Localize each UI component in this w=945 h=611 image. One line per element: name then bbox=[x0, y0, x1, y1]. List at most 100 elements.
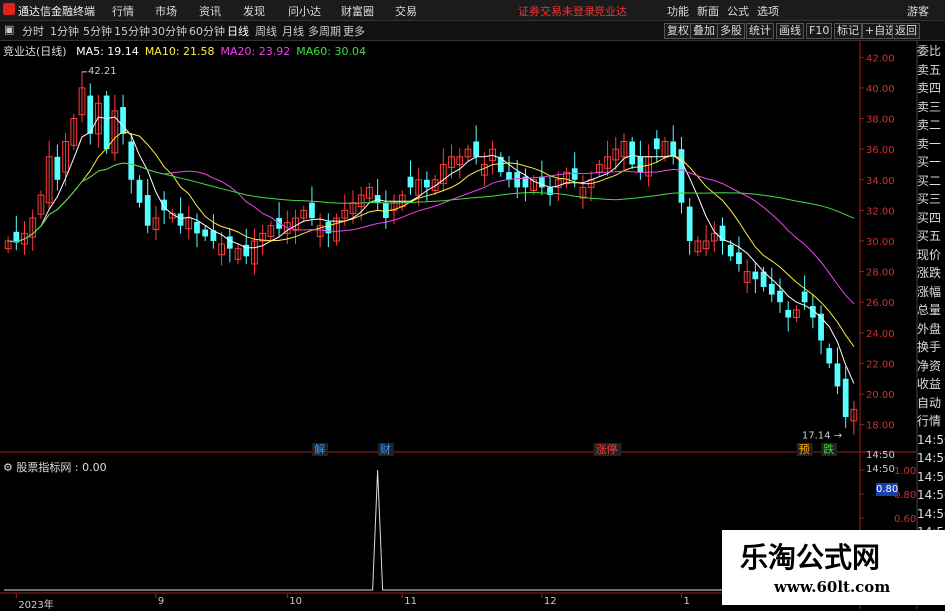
tool-button[interactable]: F10 bbox=[806, 23, 833, 39]
period-tab[interactable]: 更多 bbox=[343, 23, 365, 39]
candle-body bbox=[727, 244, 734, 257]
x-axis-label: 12 bbox=[543, 596, 557, 607]
candle-body bbox=[309, 202, 315, 219]
kline-chart[interactable]: 42.00 40.00 38.00 36.00 34.00 32.00 30.00 28.00… bbox=[0, 40, 945, 609]
candle-body bbox=[678, 149, 685, 203]
side-panel-item[interactable]: 委比 bbox=[917, 42, 945, 61]
menu-item[interactable]: 资讯 bbox=[199, 3, 221, 19]
period-tab[interactable]: 月线 bbox=[282, 23, 304, 39]
side-panel-item[interactable]: 涨跌 bbox=[917, 264, 945, 283]
side-panel-item[interactable]: 行情 bbox=[917, 412, 945, 431]
period-tab[interactable]: 5分钟 bbox=[83, 23, 112, 39]
side-panel-item[interactable]: 买三 bbox=[917, 190, 945, 209]
ma-value: MA10: 21.58 bbox=[144, 45, 215, 58]
candle-body bbox=[473, 141, 480, 157]
price-tick-label: 22.00 bbox=[866, 359, 895, 370]
side-panel-item[interactable]: 买五 bbox=[917, 227, 945, 246]
side-panel-item[interactable]: 净资 bbox=[917, 357, 945, 376]
side-panel-item[interactable]: 买二 bbox=[917, 172, 945, 191]
candle-body bbox=[768, 283, 775, 295]
right-menu-item[interactable]: 公式 bbox=[727, 3, 749, 19]
period-tab[interactable]: 30分钟 bbox=[151, 23, 187, 39]
candle-body bbox=[653, 138, 660, 150]
tool-button[interactable]: 标记 bbox=[834, 23, 862, 39]
candle-body bbox=[538, 176, 545, 188]
time-label: 14:50 bbox=[866, 464, 895, 475]
event-mark: 财 bbox=[380, 442, 391, 456]
period-tab[interactable]: 日线 bbox=[227, 23, 249, 39]
candle-body bbox=[120, 107, 126, 134]
side-panel-item[interactable]: 卖五 bbox=[917, 61, 945, 80]
side-panel-item[interactable]: 14:50 bbox=[917, 431, 945, 450]
side-panel-item[interactable]: 卖三 bbox=[917, 98, 945, 117]
menu-item[interactable]: 交易 bbox=[395, 3, 417, 19]
watermark-title: 乐淘公式网 bbox=[740, 541, 881, 574]
indicator-tick-label: 1.00 bbox=[894, 466, 916, 477]
ma60-line bbox=[8, 162, 855, 243]
side-panel-item[interactable]: 14:50 bbox=[917, 468, 945, 487]
candle-body bbox=[637, 156, 644, 173]
period-toolbar: ▣ 分时 1分钟 5分钟 15分钟 30分钟 60分钟 日线 周线 月线 多周期 更多 复权 叠加 多股统… bbox=[0, 21, 945, 41]
right-menu-item[interactable]: 游客 bbox=[907, 3, 929, 19]
stock-name-warning: 竞业达 bbox=[594, 5, 627, 18]
time-label: 14:50 bbox=[866, 450, 895, 461]
tool-button[interactable]: 多股 bbox=[717, 23, 745, 39]
side-panel-item[interactable]: 14:50 bbox=[917, 505, 945, 524]
right-menu-item[interactable]: 新面 bbox=[697, 3, 719, 19]
price-tick-label: 18.00 bbox=[866, 421, 895, 432]
price-tick-label: 24.00 bbox=[866, 329, 895, 340]
menu-item[interactable]: 行情 bbox=[112, 3, 134, 19]
side-panel-item[interactable]: 买四 bbox=[917, 209, 945, 228]
menu-item[interactable]: 市场 bbox=[155, 3, 177, 19]
side-panel-item[interactable]: 总量 bbox=[917, 301, 945, 320]
tool-button[interactable]: 画线 bbox=[776, 23, 804, 39]
event-mark: 解 bbox=[314, 442, 325, 456]
candle-body bbox=[686, 206, 693, 241]
indicator-label: 股票指标网 : 0.00 bbox=[16, 461, 107, 474]
side-panel-item[interactable]: 卖一 bbox=[917, 135, 945, 154]
period-tab[interactable]: 分时 bbox=[22, 23, 44, 39]
candle-body bbox=[719, 225, 726, 241]
menu-item[interactable]: 财富圈 bbox=[341, 3, 374, 19]
tool-button[interactable]: 统计 bbox=[746, 23, 774, 39]
side-panel-item[interactable]: 买一 bbox=[917, 153, 945, 172]
event-mark: 预 bbox=[799, 443, 810, 456]
login-status[interactable]: 证券交易未登录 bbox=[518, 3, 595, 19]
tool-button[interactable]: 返回 bbox=[892, 23, 920, 39]
right-menu-item[interactable]: 选项 bbox=[757, 3, 779, 19]
side-panel-item[interactable]: 自动 bbox=[917, 394, 945, 413]
candle-body bbox=[506, 172, 512, 180]
watermark: 乐淘公式网 www.60lt.com bbox=[722, 530, 945, 605]
side-panel-item[interactable]: 卖二 bbox=[917, 116, 945, 135]
period-tab[interactable]: 60分钟 bbox=[189, 23, 225, 39]
side-panel-item[interactable]: 卖四 bbox=[917, 79, 945, 98]
price-tick-label: 40.00 bbox=[866, 84, 895, 95]
toolbar-grid-icon[interactable]: ▣ bbox=[4, 23, 14, 36]
candle-body bbox=[128, 141, 135, 180]
period-tab[interactable]: 周线 bbox=[255, 23, 277, 39]
side-panel-item[interactable]: 换手 bbox=[917, 338, 945, 357]
indicator-value-badge: 0.80 bbox=[876, 483, 899, 496]
side-panel-item[interactable]: 外盘 bbox=[917, 320, 945, 339]
price-tick-label: 38.00 bbox=[866, 115, 895, 126]
indicator-gear-icon[interactable]: ⚙ bbox=[3, 461, 13, 474]
side-panel-item[interactable]: 现价 bbox=[917, 246, 945, 265]
candle-body bbox=[374, 195, 381, 203]
side-panel-item[interactable]: 收益 bbox=[917, 375, 945, 394]
menu-item[interactable]: 发现 bbox=[243, 3, 265, 19]
price-tick-label: 30.00 bbox=[866, 237, 895, 248]
side-panel-item[interactable]: 涨幅 bbox=[917, 283, 945, 302]
period-tab[interactable]: 多周期 bbox=[308, 23, 341, 39]
period-tab[interactable]: 1分钟 bbox=[50, 23, 79, 39]
right-menu-item[interactable]: 功能 bbox=[667, 3, 689, 19]
menu-item[interactable]: 问小达 bbox=[288, 3, 321, 19]
tool-button[interactable]: 复权 bbox=[664, 23, 692, 39]
ma-value: MA5: 19.14 bbox=[76, 45, 139, 58]
price-tick-label: 34.00 bbox=[866, 176, 895, 187]
period-tab[interactable]: 15分钟 bbox=[114, 23, 150, 39]
tool-button[interactable]: 叠加 bbox=[690, 23, 718, 39]
app-logo-icon bbox=[3, 3, 15, 15]
candle-body bbox=[226, 236, 233, 249]
side-panel-item[interactable]: 14:50 bbox=[917, 449, 945, 468]
side-panel-item[interactable]: 14:50 bbox=[917, 486, 945, 505]
